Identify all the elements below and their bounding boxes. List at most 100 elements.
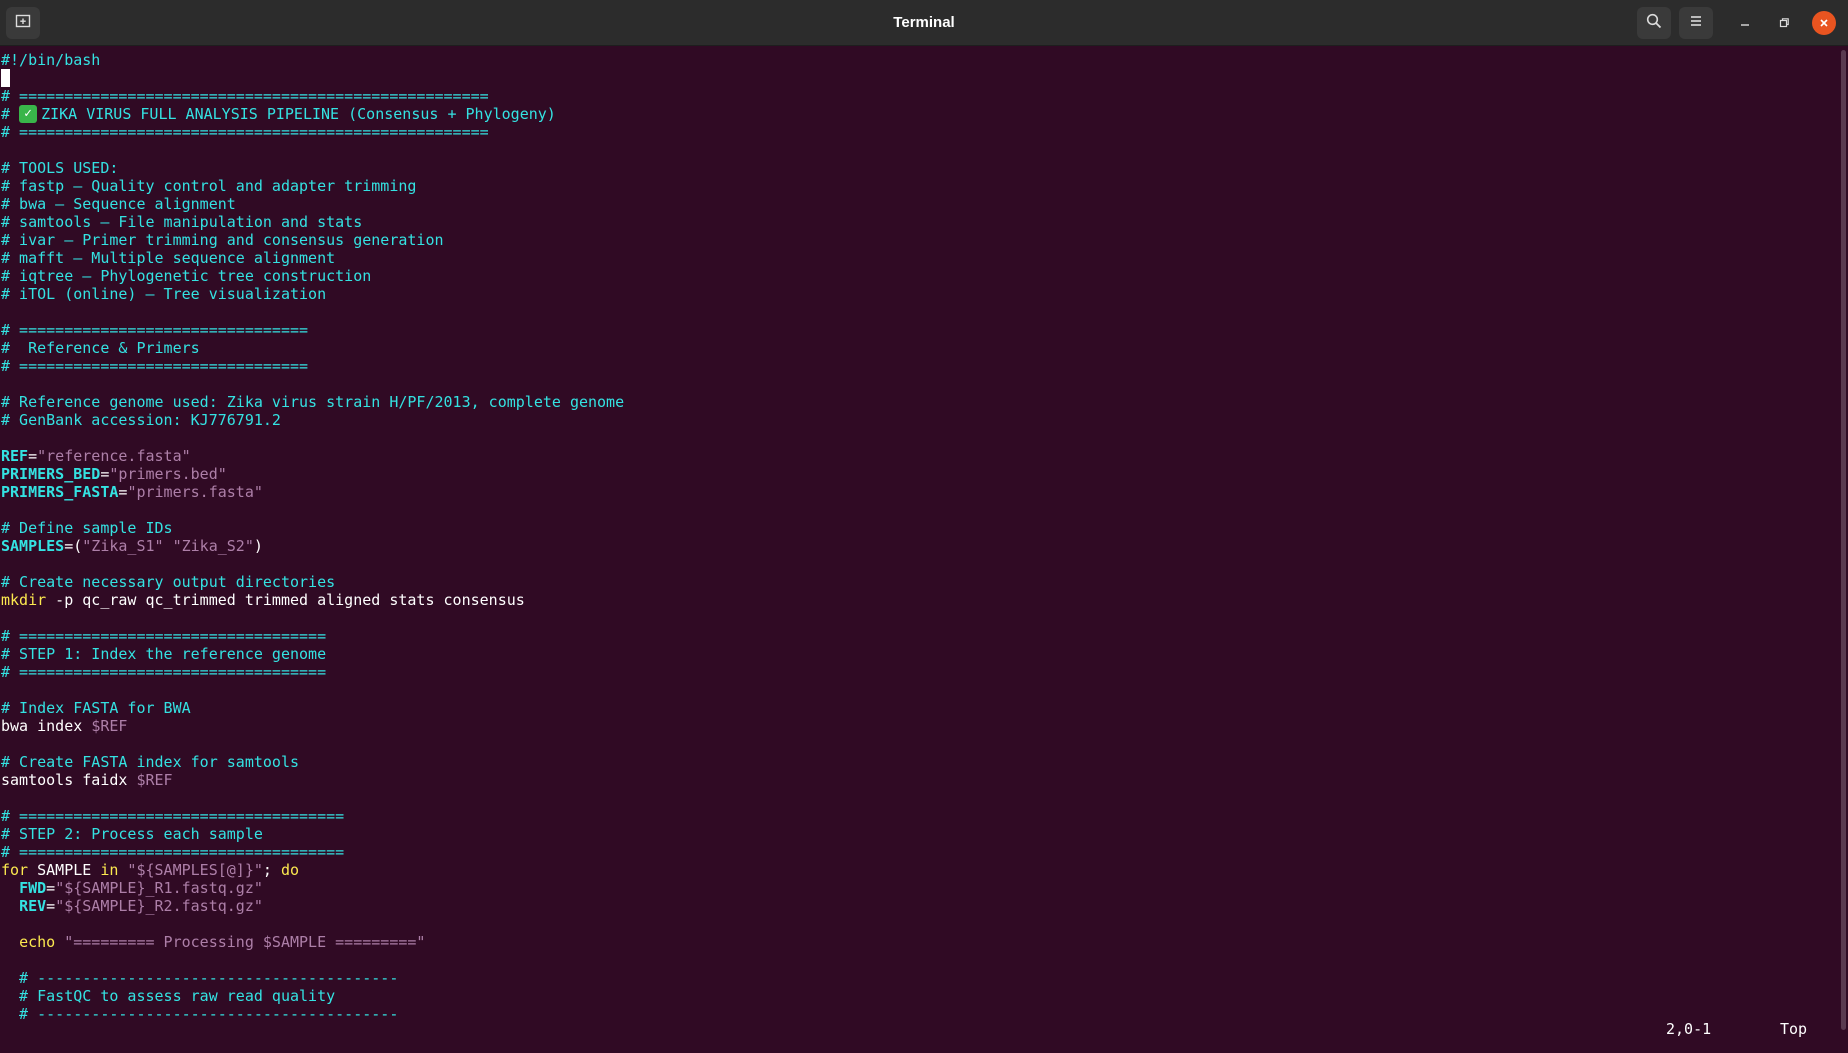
editor-line: # bwa – Sequence alignment [1,195,1831,213]
editor-line: REF="reference.fasta" [1,447,1831,465]
editor-line: # ==================================== [1,843,1831,861]
editor-line: # TOOLS USED: [1,159,1831,177]
code-token: "${SAMPLE}_R2.fastq.gz" [55,897,263,915]
code-token: "primers.fasta" [127,483,263,501]
code-token: REV [19,897,47,915]
editor-line: # ======================================… [1,123,1831,141]
editor-line: echo "========= Processing $SAMPLE =====… [1,933,1831,951]
code-token: bwa index [1,717,92,735]
close-button[interactable] [1812,11,1836,35]
maximize-button[interactable] [1772,11,1796,35]
editor-line: # GenBank accession: KJ776791.2 [1,411,1831,429]
code-token: # --------------------------------------… [1,969,399,987]
code-token: # ivar – Primer trimming and consensus g… [1,231,444,249]
editor-line: for SAMPLE in "${SAMPLES[@]}"; do [1,861,1831,879]
code-token: ) [253,537,263,555]
code-token: # ==================================== [1,843,345,861]
editor-line: PRIMERS_BED="primers.bed" [1,465,1831,483]
code-token: ${SAMPLES[@]} [136,861,254,879]
editor-line: # Reference genome used: Zika virus stra… [1,393,1831,411]
code-token: " [118,861,137,879]
code-token: REF [1,447,29,465]
code-token: FWD [19,879,47,897]
editor-line: # Define sample IDs [1,519,1831,537]
scrollbar-thumb[interactable] [1841,50,1846,1030]
editor-line: samtools faidx $REF [1,771,1831,789]
scrollbar[interactable] [1838,46,1848,1053]
code-token: # Create necessary output directories [1,573,336,591]
editor-line: # Index FASTA for BWA [1,699,1831,717]
code-token: # TOOLS USED: [1,159,119,177]
code-token: # Reference genome used: Zika virus stra… [1,393,625,411]
editor-line: # Create necessary output directories [1,573,1831,591]
editor-line: # samtools – File manipulation and stats [1,213,1831,231]
code-token: -p qc_raw qc_trimmed trimmed aligned sta… [46,591,525,609]
code-token: # [1,105,20,123]
code-token: # ======================================… [1,123,489,141]
editor-line: # ivar – Primer trimming and consensus g… [1,231,1831,249]
code-token: PRIMERS_FASTA [1,483,119,501]
editor-line: # mafft – Multiple sequence alignment [1,249,1831,267]
search-icon [1646,13,1662,33]
code-token: PRIMERS_BED [1,465,101,483]
editor-line: FWD="${SAMPLE}_R1.fastq.gz" [1,879,1831,897]
text-cursor [1,69,10,87]
editor-line [1,69,1831,87]
editor-line: # iTOL (online) – Tree visualization [1,285,1831,303]
editor-line: # --------------------------------------… [1,969,1831,987]
menu-button[interactable] [1679,7,1713,39]
editor-line: # ==================================== [1,807,1831,825]
code-token: "========= Processing $SAMPLE =========" [55,933,426,951]
new-tab-button[interactable] [6,7,40,39]
minimize-button[interactable] [1733,11,1757,35]
code-token: # ================================== [1,663,327,681]
code-token: # ================================ [1,357,309,375]
new-tab-icon [15,13,31,33]
editor-line: #!/bin/bash [1,51,1831,69]
code-token: $REF [91,717,128,735]
code-token: SAMPLES [1,537,65,555]
editor-line: # ================================== [1,627,1831,645]
maximize-icon [1778,14,1790,33]
code-token: # ==================================== [1,807,345,825]
editor-line: # Reference & Primers [1,339,1831,357]
terminal-area[interactable]: #!/bin/bash # ===========================… [0,46,1848,1053]
editor-line: # ================================== [1,663,1831,681]
editor-line: # FastQC to assess raw read quality [1,987,1831,1005]
code-token: " [253,861,263,879]
editor-line: # ================================ [1,357,1831,375]
hamburger-menu-icon [1688,13,1704,33]
editor-line: # --------------------------------------… [1,1005,1831,1023]
code-token: # FastQC to assess raw read quality [1,987,336,1005]
code-token: ; [262,861,281,879]
code-token: # Index FASTA for BWA [1,699,191,717]
code-token: "${SAMPLE}_R1.fastq.gz" [55,879,263,897]
code-token: "reference.fasta" [37,447,191,465]
code-token: in [100,861,119,879]
scroll-position: Top [1780,1020,1808,1038]
code-token: # iTOL (online) – Tree visualization [1,285,327,303]
editor-line: REV="${SAMPLE}_R2.fastq.gz" [1,897,1831,915]
code-token: #!/bin/bash [1,51,101,69]
code-token: for [1,861,29,879]
close-icon [1818,14,1830,33]
code-token: # STEP 2: Process each sample [1,825,263,843]
editor-line: SAMPLES=("Zika_S1" "Zika_S2") [1,537,1831,555]
code-token: # ================================== [1,627,327,645]
title-bar: Terminal [0,0,1848,46]
cursor-position: 2,0-1 [1666,1020,1712,1038]
search-button[interactable] [1637,7,1671,39]
